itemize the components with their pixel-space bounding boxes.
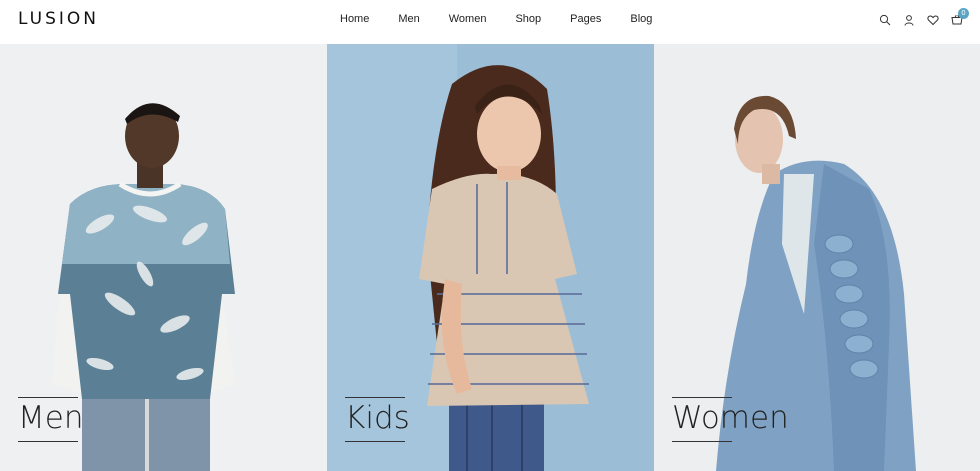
label-top-rule: [18, 397, 78, 398]
search-icon[interactable]: [878, 13, 892, 27]
nav-home[interactable]: Home: [340, 13, 369, 25]
cart-count-badge: 0: [958, 8, 969, 19]
category-label-women-text: Women: [672, 400, 789, 436]
label-bottom-rule: [18, 441, 78, 442]
main-nav: Home Men Women Shop Pages Blog: [340, 13, 681, 25]
nav-blog[interactable]: Blog: [630, 13, 652, 25]
category-label-men[interactable]: Men: [18, 397, 84, 442]
category-panel-kids[interactable]: Kids: [327, 44, 654, 471]
site-header: LUSION Home Men Women Shop Pages Blog 0: [0, 0, 980, 44]
label-top-rule: [345, 397, 405, 398]
category-label-kids[interactable]: Kids: [345, 397, 410, 442]
category-label-women[interactable]: Women: [672, 397, 789, 442]
header-icons: 0: [868, 8, 969, 27]
category-label-men-text: Men: [18, 400, 84, 436]
category-panel-women[interactable]: Women: [654, 44, 980, 471]
category-panels: Men Kids Women: [0, 44, 980, 471]
nav-shop[interactable]: Shop: [515, 13, 541, 25]
label-bottom-rule: [345, 441, 405, 442]
nav-men[interactable]: Men: [398, 13, 419, 25]
nav-women[interactable]: Women: [449, 13, 487, 25]
cart-icon[interactable]: 0: [950, 8, 969, 27]
heart-icon[interactable]: [926, 13, 940, 27]
label-top-rule: [672, 397, 732, 398]
user-icon[interactable]: [902, 13, 916, 27]
category-label-kids-text: Kids: [345, 400, 410, 436]
label-bottom-rule: [672, 441, 732, 442]
logo[interactable]: LUSION: [18, 9, 99, 29]
nav-pages[interactable]: Pages: [570, 13, 601, 25]
category-panel-men[interactable]: Men: [0, 44, 327, 471]
